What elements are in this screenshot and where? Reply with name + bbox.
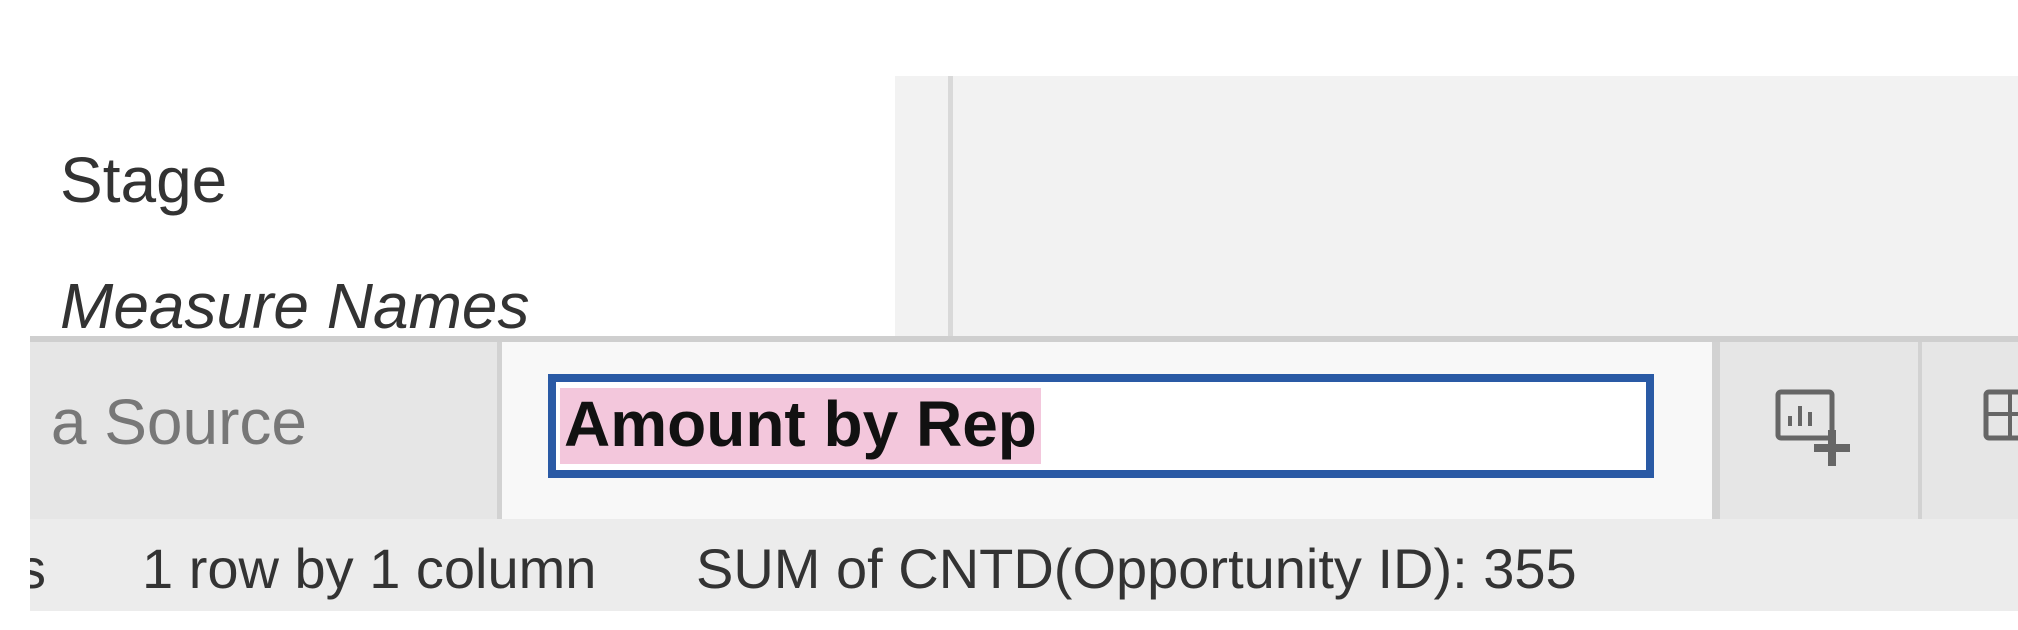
view-divider bbox=[948, 76, 953, 336]
status-marks-count: ks bbox=[30, 537, 46, 600]
sheet-tab-bar: a Source Amount by Rep bbox=[30, 336, 2018, 519]
status-dimensions: 1 row by 1 column bbox=[142, 537, 597, 600]
tab-data-source[interactable]: a Source bbox=[30, 342, 502, 519]
sheet-rename-input[interactable]: Amount by Rep bbox=[548, 374, 1654, 478]
new-worksheet-icon bbox=[1775, 389, 1850, 466]
status-summary: SUM of CNTD(Opportunity ID): 355 bbox=[696, 537, 1577, 600]
new-worksheet-button[interactable] bbox=[1720, 342, 1922, 519]
new-dashboard-icon bbox=[1983, 389, 2018, 441]
field-pill-stage[interactable]: Stage bbox=[60, 148, 227, 212]
field-pill-measure-names[interactable]: Measure Names bbox=[60, 274, 530, 338]
tab-data-source-label: a Source bbox=[50, 386, 307, 458]
new-dashboard-button[interactable] bbox=[1922, 342, 2018, 519]
tableau-workspace: Stage Measure Names a Source Amount by R… bbox=[0, 0, 2018, 630]
status-bar: ks 1 row by 1 column SUM of CNTD(Opportu… bbox=[30, 519, 2018, 611]
view-canvas[interactable] bbox=[895, 76, 2018, 336]
tab-active-sheet[interactable]: Amount by Rep bbox=[502, 342, 1720, 519]
sheet-rename-value: Amount by Rep bbox=[560, 388, 1041, 464]
marks-fields-panel: Stage Measure Names bbox=[30, 76, 895, 382]
